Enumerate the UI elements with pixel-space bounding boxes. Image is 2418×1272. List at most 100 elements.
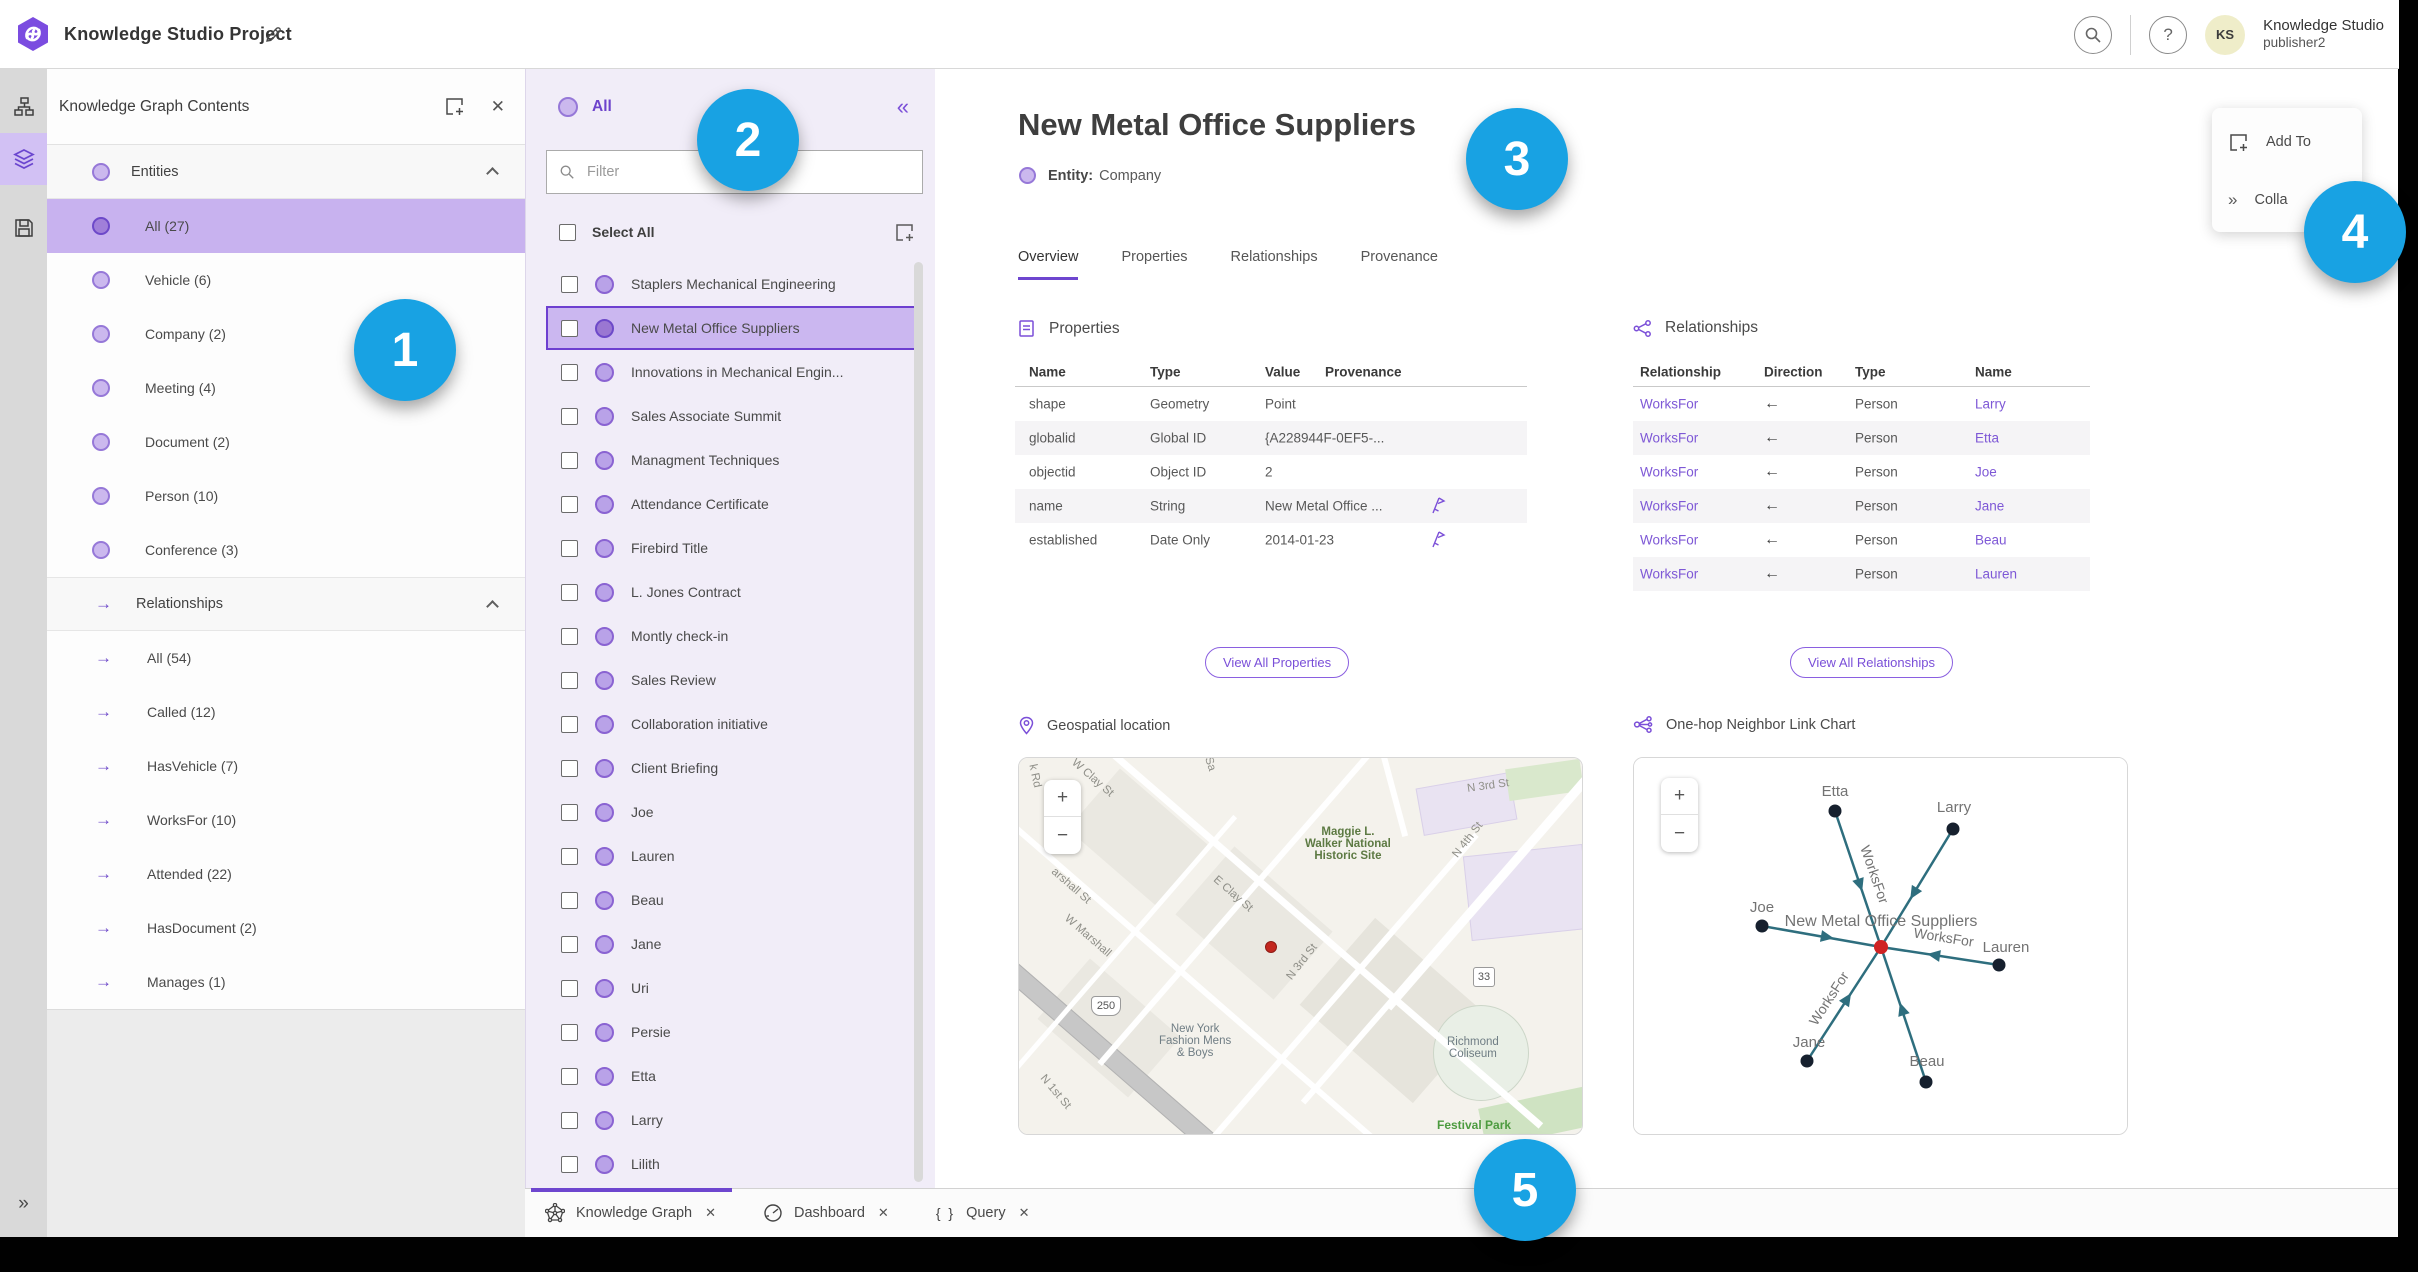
add-to-selection-icon[interactable] xyxy=(894,222,915,243)
relationships-list-item[interactable]: → Called (12) xyxy=(47,685,525,739)
item-checkbox[interactable] xyxy=(561,319,578,337)
entities-list-item[interactable]: Document (2) xyxy=(47,415,525,469)
entity-list-item[interactable]: New Metal Office Suppliers xyxy=(546,306,923,350)
entity-list-item[interactable]: Uri xyxy=(546,966,923,1010)
node-etta[interactable] xyxy=(1828,804,1842,818)
item-checkbox[interactable] xyxy=(561,1067,578,1085)
provenance-flag-icon[interactable] xyxy=(1430,496,1446,515)
zoom-in-button[interactable]: + xyxy=(1044,780,1081,817)
add-to-button[interactable]: Add To xyxy=(2212,118,2362,166)
node-joe[interactable] xyxy=(1755,919,1769,933)
item-checkbox[interactable] xyxy=(561,1111,578,1129)
entity-list-item[interactable]: Jane xyxy=(546,922,923,966)
expand-rail-icon[interactable]: » xyxy=(0,1193,47,1215)
relationship-link[interactable]: WorksFor xyxy=(1640,431,1698,446)
help-button[interactable]: ? xyxy=(2149,15,2188,54)
entity-list-item[interactable]: L. Jones Contract xyxy=(546,570,923,614)
entity-list-item[interactable]: Larry xyxy=(546,1098,923,1142)
item-checkbox[interactable] xyxy=(561,803,578,821)
entity-list-item[interactable]: Montly check-in xyxy=(546,614,923,658)
item-checkbox[interactable] xyxy=(561,759,578,777)
node-lauren[interactable] xyxy=(1992,958,2006,972)
tab-overview[interactable]: Overview xyxy=(1018,249,1079,280)
related-entity-link[interactable]: Lauren xyxy=(1975,567,2017,582)
entity-list-item[interactable]: Beau xyxy=(546,878,923,922)
collapse-entities-icon[interactable] xyxy=(486,167,499,180)
item-checkbox[interactable] xyxy=(561,583,578,601)
related-entity-link[interactable]: Beau xyxy=(1975,533,2007,548)
item-checkbox[interactable] xyxy=(561,627,578,645)
entity-list-item[interactable]: Lilith xyxy=(546,1142,923,1186)
entities-list-item[interactable]: Conference (3) xyxy=(47,523,525,577)
node-larry[interactable] xyxy=(1946,822,1960,836)
zoom-out-button[interactable]: − xyxy=(1044,817,1081,854)
user-info[interactable]: Knowledge Studio publisher2 xyxy=(2263,17,2392,53)
relationships-list-item[interactable]: → Manages (1) xyxy=(47,955,525,1009)
tab-properties[interactable]: Properties xyxy=(1121,249,1187,280)
add-to-new-icon[interactable] xyxy=(444,96,465,117)
layers-icon[interactable] xyxy=(0,133,47,185)
entity-list-item[interactable]: Managment Techniques xyxy=(546,438,923,482)
item-checkbox[interactable] xyxy=(561,847,578,865)
item-checkbox[interactable] xyxy=(561,275,578,293)
relationship-link[interactable]: WorksFor xyxy=(1640,533,1698,548)
save-icon[interactable] xyxy=(0,202,47,254)
related-entity-link[interactable]: Larry xyxy=(1975,397,2006,412)
tab-knowledge-graph[interactable]: Knowledge Graph ✕ xyxy=(531,1187,732,1238)
tab-relationships[interactable]: Relationships xyxy=(1231,249,1318,280)
item-checkbox[interactable] xyxy=(561,1155,578,1173)
zoom-out-button[interactable]: − xyxy=(1661,815,1698,852)
entity-list-item[interactable]: Innovations in Mechanical Engin... xyxy=(546,350,923,394)
close-tab-icon[interactable]: ✕ xyxy=(1017,1203,1032,1223)
item-checkbox[interactable] xyxy=(561,935,578,953)
entities-list-item[interactable]: Vehicle (6) xyxy=(47,253,525,307)
relationship-link[interactable]: WorksFor xyxy=(1640,397,1698,412)
link-chart[interactable]: WorksFor WorksFor WorksFor Etta Larry Jo… xyxy=(1634,758,2127,1134)
node-center[interactable] xyxy=(1874,940,1888,954)
related-entity-link[interactable]: Joe xyxy=(1975,465,1997,480)
node-jane[interactable] xyxy=(1800,1054,1814,1068)
collapse-panel-icon[interactable]: « xyxy=(897,96,909,118)
relationship-link[interactable]: WorksFor xyxy=(1640,567,1698,582)
relationships-list-item[interactable]: → All (54) xyxy=(47,631,525,685)
close-tab-icon[interactable]: ✕ xyxy=(703,1203,718,1223)
entity-list-item[interactable]: Attendance Certificate xyxy=(546,482,923,526)
item-checkbox[interactable] xyxy=(561,1023,578,1041)
item-checkbox[interactable] xyxy=(561,715,578,733)
tab-query[interactable]: { } Query ✕ xyxy=(922,1189,1046,1238)
entity-list-item[interactable]: Lauren xyxy=(546,834,923,878)
entity-list-item[interactable]: Joe xyxy=(546,790,923,834)
related-entity-link[interactable]: Etta xyxy=(1975,431,1999,446)
item-checkbox[interactable] xyxy=(561,671,578,689)
provenance-flag-icon[interactable] xyxy=(1430,530,1446,549)
entity-list-item[interactable]: Sales Review xyxy=(546,658,923,702)
relationships-list-item[interactable]: → Attended (22) xyxy=(47,847,525,901)
item-checkbox[interactable] xyxy=(561,891,578,909)
item-checkbox[interactable] xyxy=(561,495,578,513)
relationship-link[interactable]: WorksFor xyxy=(1640,499,1698,514)
entity-list-item[interactable]: Staplers Mechanical Engineering xyxy=(546,262,923,306)
zoom-in-button[interactable]: + xyxy=(1661,778,1698,815)
item-checkbox[interactable] xyxy=(561,979,578,997)
entity-list-item[interactable]: Collaboration initiative xyxy=(546,702,923,746)
tab-dashboard[interactable]: Dashboard ✕ xyxy=(749,1189,905,1238)
entities-list-item[interactable]: All (27) xyxy=(47,199,525,253)
item-checkbox[interactable] xyxy=(561,407,578,425)
close-panel-icon[interactable]: ✕ xyxy=(491,97,505,117)
entity-list-item[interactable]: Client Briefing xyxy=(546,746,923,790)
search-button[interactable] xyxy=(2074,15,2113,54)
entity-list-item[interactable]: Firebird Title xyxy=(546,526,923,570)
user-avatar[interactable]: KS xyxy=(2205,14,2246,55)
hierarchy-icon[interactable] xyxy=(0,81,47,133)
map[interactable]: k Rd W Clay St Sa N 3rd St Maggie L. Wal… xyxy=(1019,758,1582,1134)
entities-section-header[interactable]: Entities xyxy=(47,145,525,199)
node-beau[interactable] xyxy=(1919,1075,1933,1089)
item-checkbox[interactable] xyxy=(561,539,578,557)
entity-list-item[interactable]: Sales Associate Summit xyxy=(546,394,923,438)
select-all-checkbox[interactable] xyxy=(559,223,576,241)
relationships-list-item[interactable]: → HasVehicle (7) xyxy=(47,739,525,793)
close-tab-icon[interactable]: ✕ xyxy=(876,1203,891,1223)
relationships-section-header[interactable]: → Relationships xyxy=(47,577,525,631)
item-checkbox[interactable] xyxy=(561,363,578,381)
entity-list-item[interactable]: Persie xyxy=(546,1010,923,1054)
